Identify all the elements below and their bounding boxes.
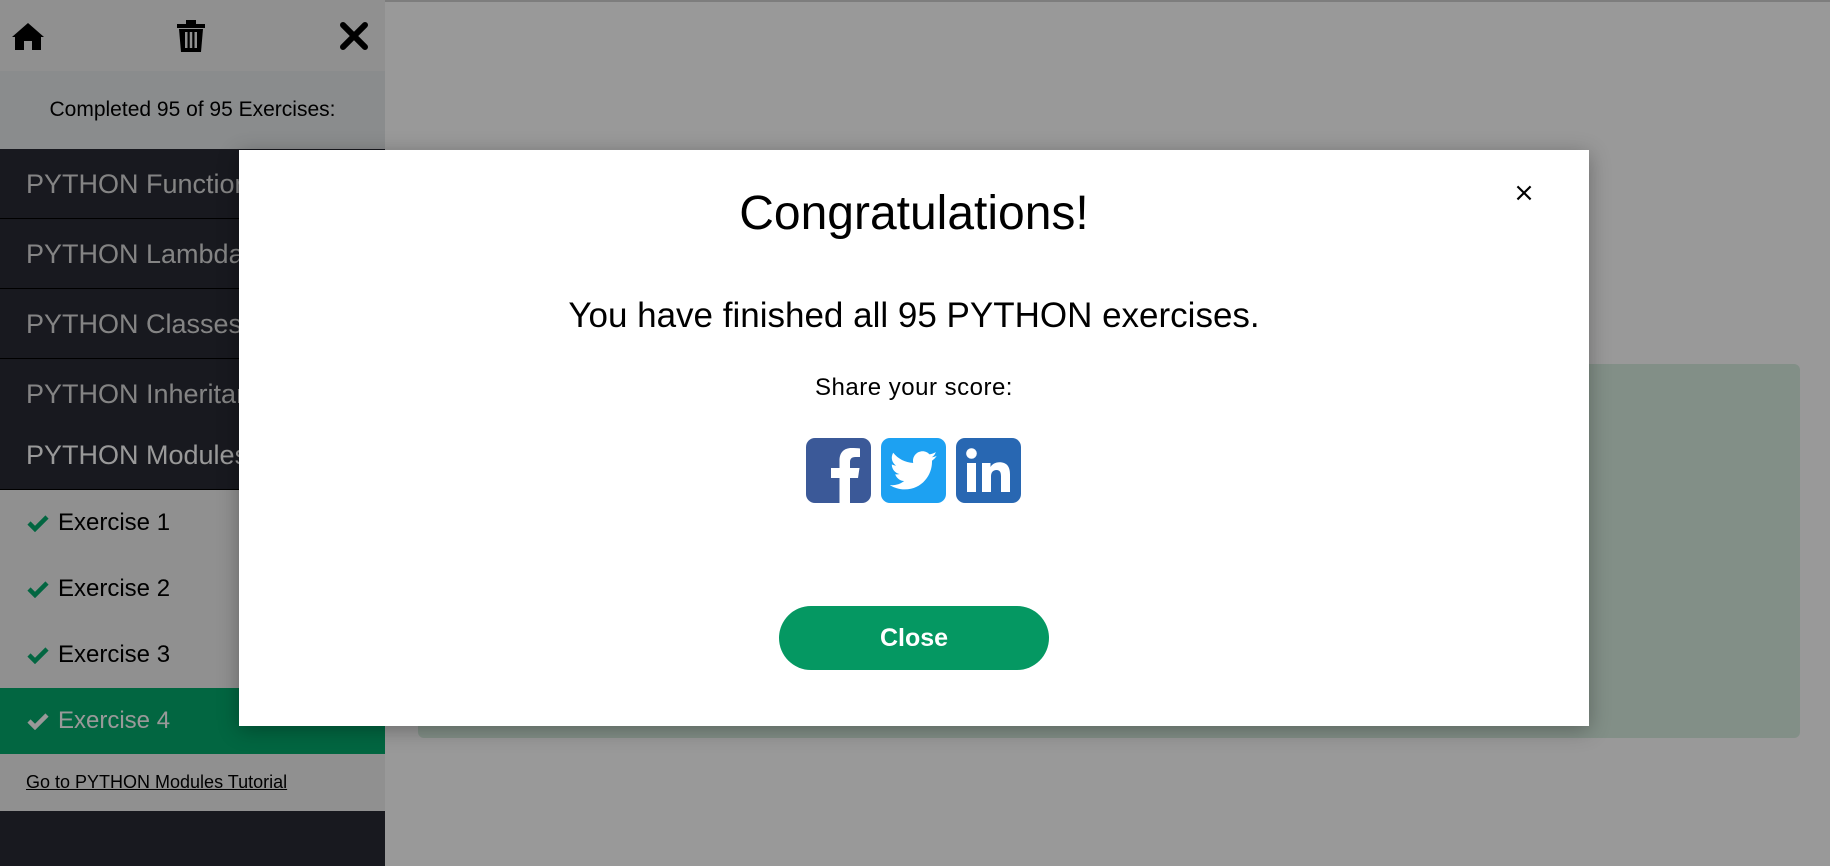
modal-message: You have finished all 95 PYTHON exercise… <box>568 296 1260 335</box>
linkedin-icon[interactable] <box>956 438 1021 503</box>
congratulations-modal: × Congratulations! You have finished all… <box>239 150 1589 726</box>
close-button[interactable]: Close <box>779 606 1049 670</box>
twitter-icon[interactable] <box>881 438 946 503</box>
modal-title: Congratulations! <box>739 187 1089 240</box>
facebook-icon[interactable] <box>806 438 871 503</box>
share-label: Share your score: <box>815 374 1013 401</box>
